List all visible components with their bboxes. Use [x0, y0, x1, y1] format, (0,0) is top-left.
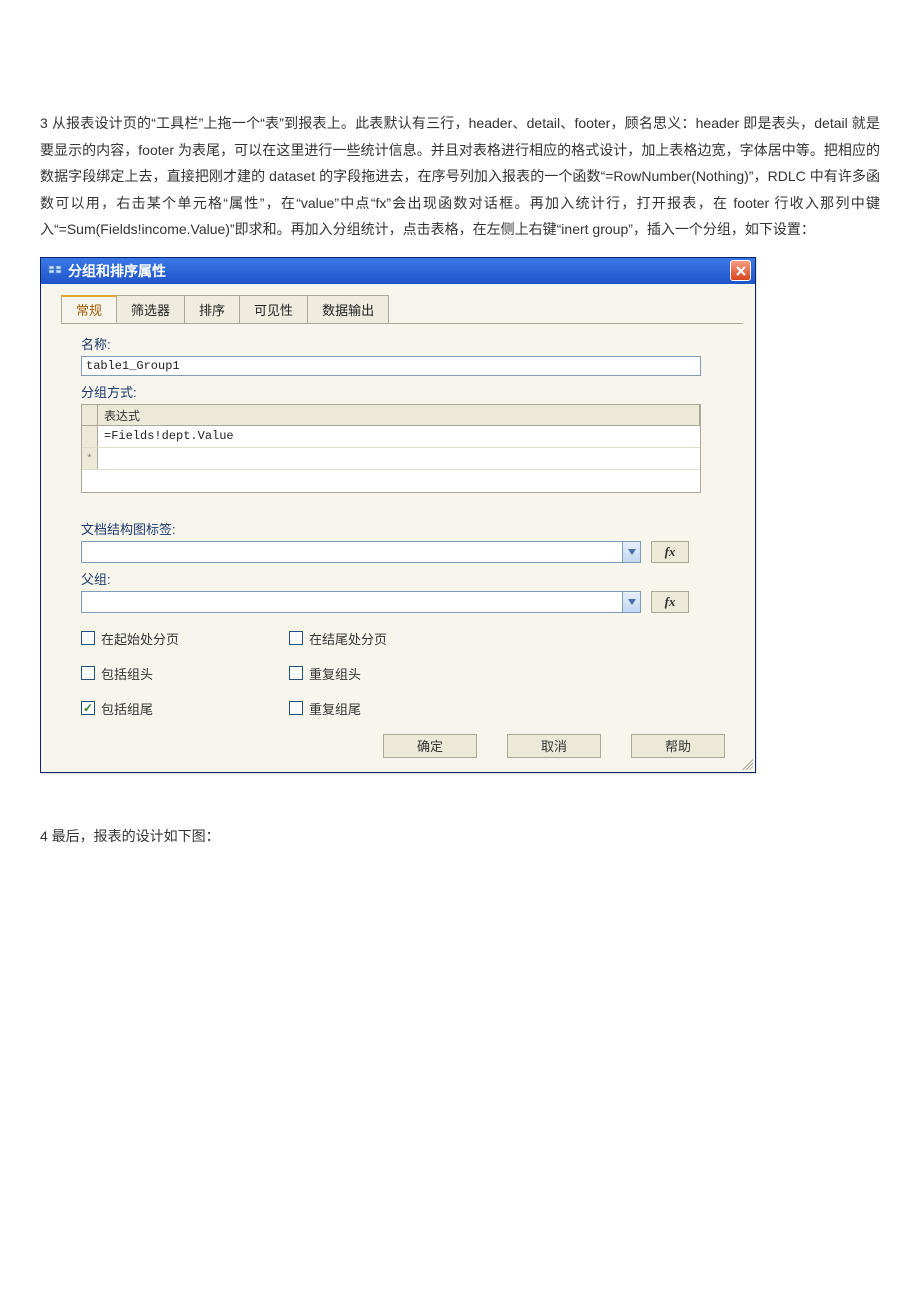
dialog-body: 常规 筛选器 排序 可见性 数据输出 名称: 分组方式: 表达式 =Fields… [41, 284, 755, 772]
button-row: 确定 取消 帮助 [61, 718, 743, 764]
paragraph-4: 4 最后，报表的设计如下图： [40, 823, 880, 850]
titlebar: 分组和排序属性 [41, 258, 755, 284]
expression-cell-empty[interactable] [98, 448, 700, 469]
expression-cell[interactable]: =Fields!dept.Value [98, 426, 700, 447]
checkbox-label: 重复组头 [309, 664, 361, 683]
expression-column-header: 表达式 [98, 405, 700, 425]
row-handle-header [82, 405, 98, 425]
ok-button[interactable]: 确定 [383, 734, 477, 758]
checkbox-repeat-footer[interactable]: 重复组尾 [289, 699, 387, 718]
tab-visibility[interactable]: 可见性 [239, 295, 308, 323]
parentgroup-label: 父组: [81, 569, 723, 588]
checkbox-repeat-header[interactable]: 重复组头 [289, 664, 387, 683]
docmap-label: 文档结构图标签: [81, 519, 723, 538]
tab-data-output[interactable]: 数据输出 [307, 295, 389, 323]
name-input[interactable] [81, 356, 701, 376]
row-handle [82, 426, 98, 447]
checkbox-icon [289, 666, 303, 680]
checkbox-include-header[interactable]: 包括组头 [81, 664, 179, 683]
resize-grip-icon[interactable] [739, 756, 753, 770]
new-row-marker: * [82, 448, 98, 469]
grid-row[interactable]: =Fields!dept.Value [82, 426, 700, 448]
checkbox-icon [289, 701, 303, 715]
cancel-button[interactable]: 取消 [507, 734, 601, 758]
dialog-icon [47, 263, 63, 279]
checkbox-label: 重复组尾 [309, 699, 361, 718]
close-icon [736, 266, 746, 276]
parentgroup-combo[interactable] [81, 591, 641, 613]
checkbox-icon [289, 631, 303, 645]
docmap-fx-button[interactable]: fx [651, 541, 689, 563]
tab-filters[interactable]: 筛选器 [116, 295, 185, 323]
dialog-title: 分组和排序属性 [68, 261, 166, 281]
tabs: 常规 筛选器 排序 可见性 数据输出 [61, 294, 743, 323]
checkbox-label: 包括组头 [101, 664, 153, 683]
expression-grid[interactable]: 表达式 =Fields!dept.Value * [81, 404, 701, 493]
tab-sorting[interactable]: 排序 [184, 295, 240, 323]
checkbox-label: 在起始处分页 [101, 629, 179, 648]
checkbox-icon [81, 666, 95, 680]
chevron-down-icon[interactable] [622, 542, 640, 562]
form-area: 名称: 分组方式: 表达式 =Fields!dept.Value * 文档结构 [61, 334, 743, 718]
grid-empty-space [82, 470, 700, 492]
grid-row-new[interactable]: * [82, 448, 700, 470]
docmap-combo[interactable] [81, 541, 641, 563]
name-label: 名称: [81, 334, 723, 353]
checkbox-icon [81, 701, 95, 715]
checkbox-label: 在结尾处分页 [309, 629, 387, 648]
help-button[interactable]: 帮助 [631, 734, 725, 758]
checkbox-include-footer[interactable]: 包括组尾 [81, 699, 179, 718]
groupby-label: 分组方式: [81, 382, 723, 401]
paragraph-3: 3 从报表设计页的“工具栏”上拖一个“表”到报表上。此表默认有三行，header… [40, 40, 880, 257]
chevron-down-icon[interactable] [622, 592, 640, 612]
tab-general[interactable]: 常规 [61, 295, 117, 323]
checkbox-page-break-start[interactable]: 在起始处分页 [81, 629, 179, 648]
close-button[interactable] [730, 260, 751, 281]
parentgroup-fx-button[interactable]: fx [651, 591, 689, 613]
checkbox-label: 包括组尾 [101, 699, 153, 718]
group-sort-properties-dialog: 分组和排序属性 常规 筛选器 排序 可见性 数据输出 名称: 分组方式: [40, 257, 756, 773]
checkbox-page-break-end[interactable]: 在结尾处分页 [289, 629, 387, 648]
checkbox-icon [81, 631, 95, 645]
